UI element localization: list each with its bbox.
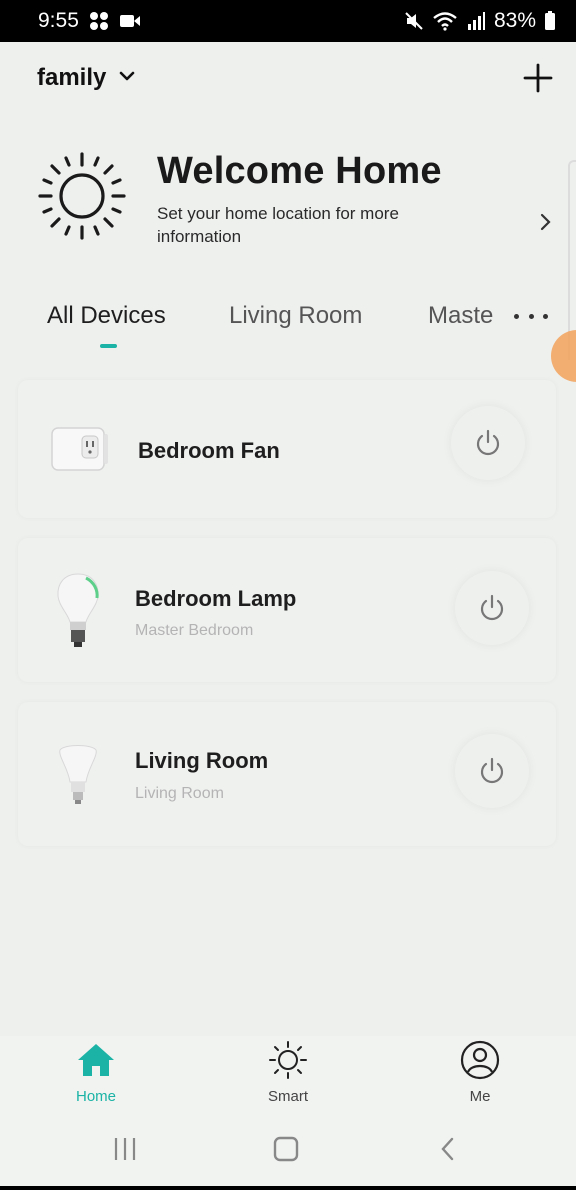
grid-icon xyxy=(89,11,109,31)
back-button[interactable] xyxy=(428,1134,468,1164)
device-room: Master Bedroom xyxy=(135,622,254,639)
home-selector[interactable]: family xyxy=(37,64,136,92)
signal-icon xyxy=(466,11,486,31)
screen-bottom-edge xyxy=(0,1186,576,1190)
device-name: Living Room xyxy=(135,748,269,773)
device-card-living-room[interactable]: Living Room Living Room xyxy=(18,702,556,846)
power-icon xyxy=(476,429,500,456)
sun-icon xyxy=(38,152,126,240)
nav-label: Home xyxy=(75,1088,116,1105)
home-name: family xyxy=(37,64,107,91)
status-bar: 9:55 83% xyxy=(0,0,576,42)
plus-icon xyxy=(523,63,553,93)
header: family xyxy=(0,42,576,114)
nav-home[interactable]: Home xyxy=(36,1036,156,1116)
dot xyxy=(543,313,548,319)
welcome-title: Welcome Home xyxy=(157,150,442,192)
system-navigation-bar xyxy=(0,1116,576,1190)
video-icon xyxy=(119,12,141,30)
sun-icon xyxy=(269,1041,307,1079)
square-icon xyxy=(273,1136,299,1162)
tab-master-bedroom[interactable]: Maste xyxy=(428,302,493,330)
light-bulb-icon xyxy=(57,573,99,647)
device-card-bedroom-fan[interactable]: Bedroom Fan xyxy=(18,380,556,518)
device-name: Bedroom Fan xyxy=(138,438,280,463)
dot xyxy=(514,313,519,319)
active-tab-indicator xyxy=(100,344,117,348)
battery-icon xyxy=(544,11,556,31)
recent-apps-icon xyxy=(114,1138,136,1160)
status-right: 83% xyxy=(404,9,556,33)
smart-plug-icon xyxy=(51,427,108,471)
power-button[interactable] xyxy=(455,571,529,645)
home-system-button[interactable] xyxy=(266,1134,306,1164)
chevron-down-icon xyxy=(118,69,136,87)
power-icon xyxy=(480,757,504,784)
device-name: Bedroom Lamp xyxy=(135,586,297,611)
nav-label: Smart xyxy=(267,1088,308,1105)
power-icon xyxy=(480,594,504,621)
wifi-icon xyxy=(432,11,458,31)
device-room: Living Room xyxy=(135,785,224,802)
dot xyxy=(528,313,534,319)
nav-me[interactable]: Me xyxy=(420,1036,540,1116)
welcome-subtitle: Set your home location for more informat… xyxy=(157,204,399,246)
chevron-right-icon xyxy=(540,213,551,231)
battery-percent: 83% xyxy=(493,9,536,32)
bottom-navigation: Home Smart Me xyxy=(0,1036,576,1116)
user-icon xyxy=(460,1040,500,1080)
status-left: 9:55 xyxy=(38,9,141,33)
tab-living-room[interactable]: Living Room xyxy=(229,302,362,330)
room-tabs: All Devices Living Room Maste xyxy=(0,290,576,350)
welcome-banner[interactable]: Welcome Home Set your home location for … xyxy=(0,140,576,260)
add-device-button[interactable] xyxy=(520,60,556,96)
mute-icon xyxy=(404,11,424,31)
power-button[interactable] xyxy=(451,406,525,480)
home-icon xyxy=(78,1044,114,1076)
device-card-bedroom-lamp[interactable]: Bedroom Lamp Master Bedroom xyxy=(18,538,556,682)
recent-apps-button[interactable] xyxy=(105,1134,145,1164)
status-time: 9:55 xyxy=(38,9,79,32)
back-icon xyxy=(441,1137,454,1161)
nav-smart[interactable]: Smart xyxy=(228,1036,348,1116)
more-tabs-button[interactable] xyxy=(514,304,548,328)
nav-label: Me xyxy=(469,1088,491,1105)
light-bulb-icon xyxy=(59,745,97,804)
tab-all-devices[interactable]: All Devices xyxy=(47,302,166,330)
power-button[interactable] xyxy=(455,734,529,808)
